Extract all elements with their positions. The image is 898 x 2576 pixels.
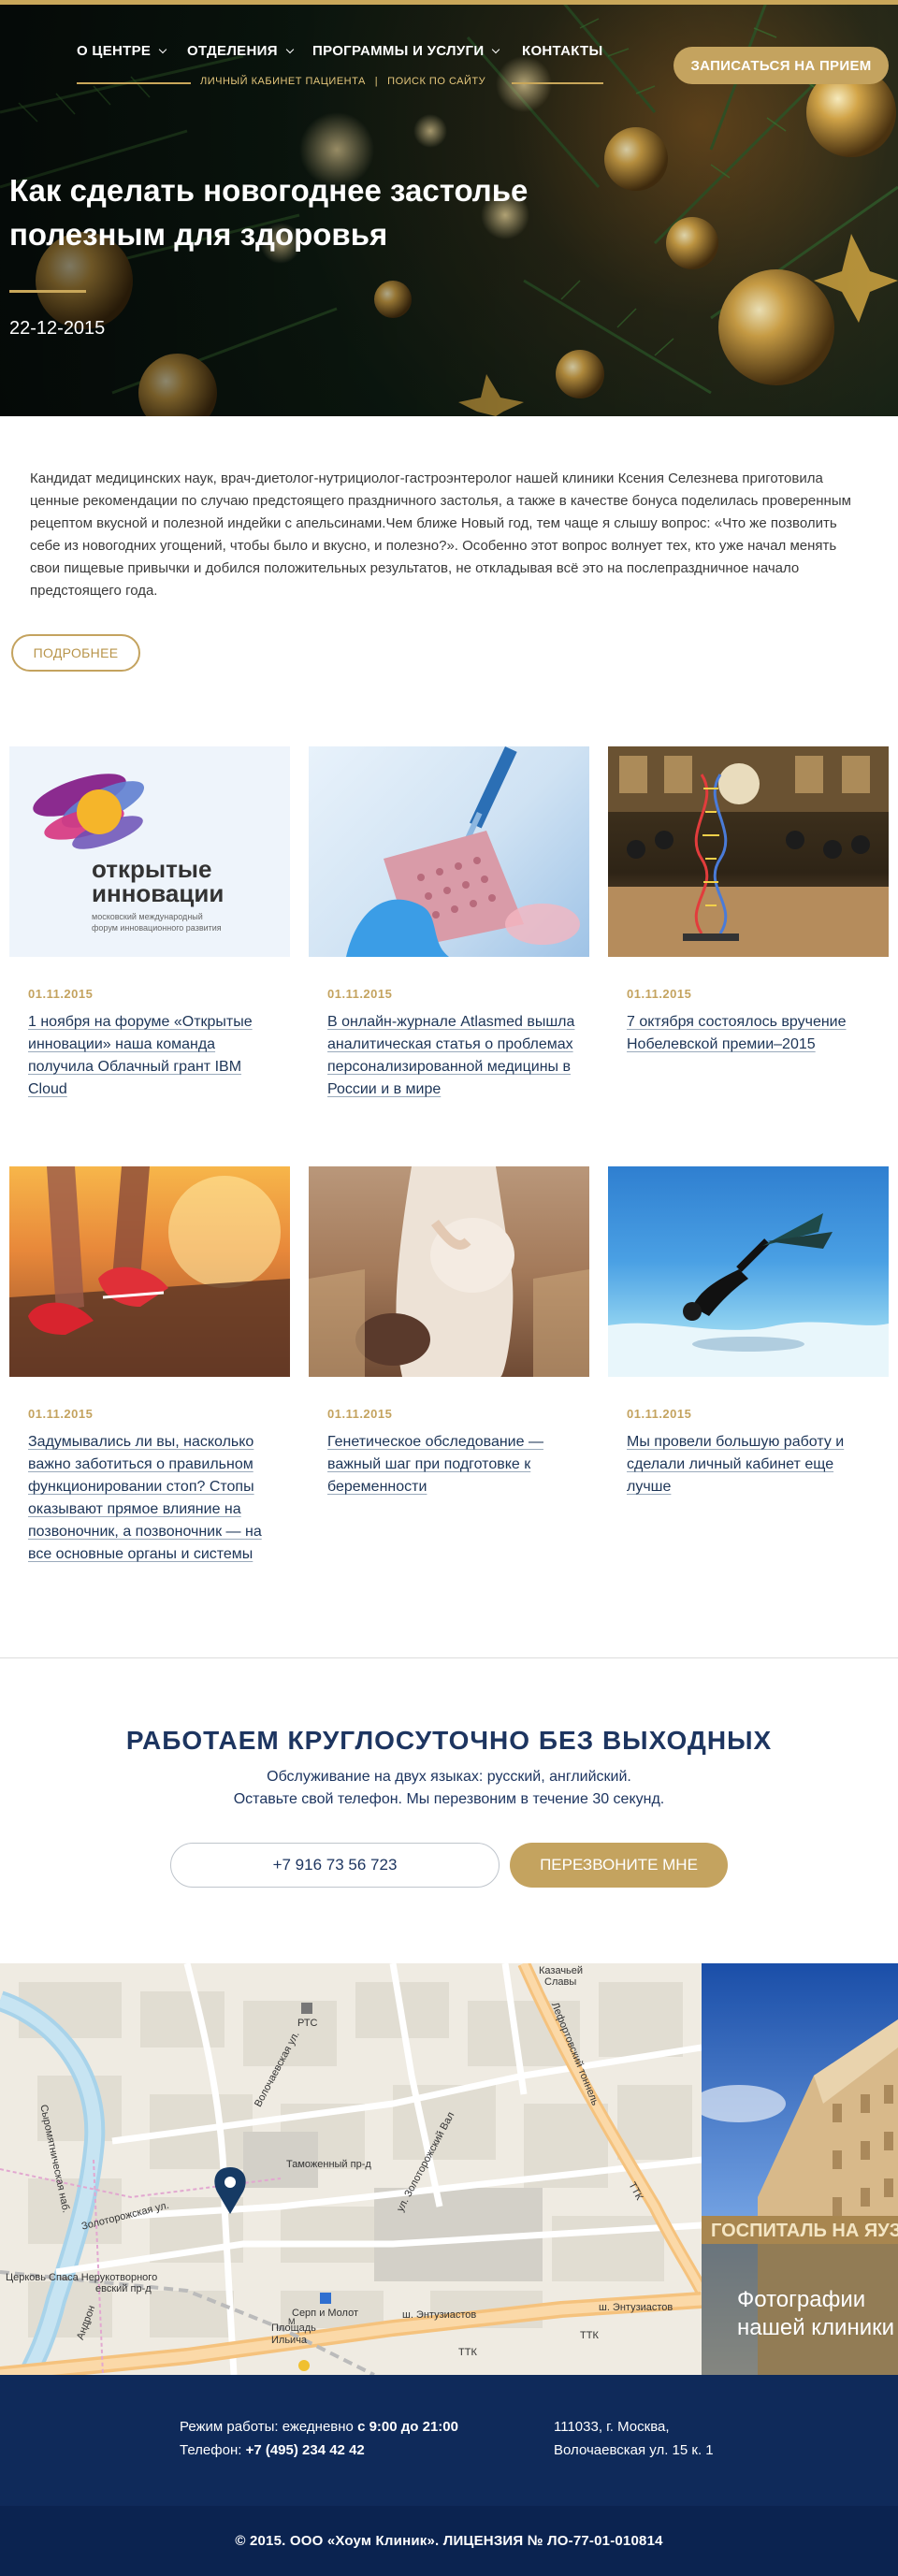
map-label-poi: Церковь Спаса Нерукотворного <box>6 2272 158 2283</box>
section-divider <box>0 1657 898 1658</box>
title-underline <box>9 290 86 293</box>
read-more-button[interactable]: ПОДРОБНЕЕ <box>11 634 140 672</box>
map-label-road: ш. Энтузиастов <box>599 2302 674 2313</box>
news-card: 01.11.2015 7 октября состоялось вручение… <box>608 746 889 1052</box>
working-hours-value: с 9:00 до 21:00 <box>357 2419 458 2435</box>
site-search-link[interactable]: ПОИСК ПО САЙТУ <box>387 76 485 87</box>
nav-label: ОТДЕЛЕНИЯ <box>187 43 278 59</box>
support-subtitle: Обслуживание на двух языках: русский, ан… <box>0 1766 898 1811</box>
support-title: РАБОТАЕМ КРУГЛОСУТОЧНО БЕЗ ВЫХОДНЫХ <box>125 1726 773 1755</box>
map-label-road: ш. Энтузиастов <box>402 2309 477 2321</box>
map-label-street: евский пр-д <box>95 2283 152 2294</box>
clinic-photos-link[interactable]: ГОСПИТАЛЬ НА ЯУЗЕ Фотографии нашей клини… <box>702 1963 898 2375</box>
news-title-link[interactable]: Мы провели большую работу и сделали личн… <box>627 1431 879 1498</box>
phone-label: Телефон: <box>180 2442 246 2458</box>
nav-label: КОНТАКТЫ <box>522 43 603 59</box>
support-languages: Обслуживание на двух языках: русский, ан… <box>267 1769 631 1785</box>
news-card: 01.11.2015 Мы провели большую работу и с… <box>608 1166 889 1495</box>
news-image-pregnancy[interactable] <box>309 1166 589 1377</box>
news-date: 01.11.2015 <box>627 1407 692 1421</box>
svg-text:инновации: инновации <box>92 879 224 907</box>
article-intro: Кандидат медицинских наук, врач-диетолог… <box>30 470 851 599</box>
news-card: 01.11.2015 Генетическое обследование — в… <box>309 1166 589 1495</box>
news-title-link[interactable]: Генетическое обследование — важный шаг п… <box>327 1431 580 1498</box>
location-map[interactable]: М Сыромятническая наб. Волочаевская ул. … <box>0 1963 702 2375</box>
nav-divider <box>512 82 603 84</box>
phone-input[interactable] <box>170 1843 500 1888</box>
patient-cabinet-link[interactable]: ЛИЧНЫЙ КАБИНЕТ ПАЦИЕНТА <box>200 76 366 87</box>
chevron-down-icon <box>158 45 167 53</box>
nav-item-about[interactable]: О ЦЕНТРЕ <box>77 43 167 59</box>
copyright: © 2015. ООО «Хоум Клиник». ЛИЦЕНЗИЯ № ЛО… <box>0 2506 898 2576</box>
news-image-nobel[interactable] <box>608 746 889 957</box>
photos-caption-line: нашей клиники <box>737 2315 895 2340</box>
sub-nav: ЛИЧНЫЙ КАБИНЕТ ПАЦИЕНТА | ПОИСК ПО САЙТУ <box>200 76 485 87</box>
footer: Режим работы: ежедневно с 9:00 до 21:00 … <box>0 2375 898 2506</box>
nav-item-contacts[interactable]: КОНТАКТЫ <box>522 43 602 59</box>
clinic-sign: ГОСПИТАЛЬ НА ЯУЗЕ <box>711 2221 898 2241</box>
map-label-road: ТТК <box>580 2330 599 2341</box>
article-date: 22-12-2015 <box>9 318 106 339</box>
news-title-link[interactable]: 7 октября состоялось вручение Нобелевско… <box>627 1011 879 1056</box>
address-line: Волочаевская ул. 15 к. 1 <box>554 2442 714 2458</box>
photos-caption: Фотографии нашей клиники <box>737 2286 894 2342</box>
news-card: открытые инновации московский международ… <box>9 746 290 1097</box>
map-label-poi: Казачьей <box>539 1965 584 1976</box>
map-label-poi: Серп и Молот <box>292 2308 359 2319</box>
photos-caption-line: Фотографии <box>737 2287 866 2312</box>
news-title-link[interactable]: В онлайн-журнале Atlasmed вышла аналитич… <box>327 1011 580 1101</box>
address-line: 111033, г. Москва, <box>554 2419 670 2435</box>
metro-icon <box>320 2293 331 2304</box>
sub-nav-separator: | <box>374 76 379 87</box>
news-image-running[interactable] <box>9 1166 290 1377</box>
working-hours-label: Режим работы: ежедневно <box>180 2419 358 2435</box>
news-title-link[interactable]: Задумывались ли вы, насколько важно забо… <box>28 1431 281 1566</box>
news-date: 01.11.2015 <box>327 987 393 1001</box>
book-appointment-button[interactable]: ЗАПИСАТЬСЯ НА ПРИЕМ <box>674 47 889 84</box>
news-date: 01.11.2015 <box>28 1407 94 1421</box>
nav-item-programs[interactable]: ПРОГРАММЫ И УСЛУГИ <box>312 43 500 59</box>
hero-top-border <box>0 0 898 5</box>
hero-section: О ЦЕНТРЕ ОТДЕЛЕНИЯ ПРОГРАММЫ И УСЛУГИ КО… <box>0 0 898 416</box>
shop-icon <box>301 2003 312 2014</box>
map-label-road: ТТК <box>458 2347 477 2358</box>
news-image-lab[interactable] <box>309 746 589 957</box>
nav-label: ПРОГРАММЫ И УСЛУГИ <box>312 43 485 59</box>
nav-divider <box>77 82 191 84</box>
news-card: 01.11.2015 В онлайн-журнале Atlasmed выш… <box>309 746 589 1097</box>
map-label-poi: Площадь <box>271 2323 316 2334</box>
chevron-down-icon <box>285 45 295 53</box>
callback-button[interactable]: ПЕРЕЗВОНИТЕ МНЕ <box>510 1843 728 1888</box>
nav-label: О ЦЕНТРЕ <box>77 43 152 59</box>
svg-text:форум инновационного развития: форум инновационного развития <box>92 923 222 933</box>
footer-address: 111033, г. Москва, Волочаевская ул. 15 к… <box>554 2415 714 2462</box>
news-card: 01.11.2015 Задумывались ли вы, насколько… <box>9 1166 290 1562</box>
nav-item-departments[interactable]: ОТДЕЛЕНИЯ <box>187 43 295 59</box>
map-label-poi: РТС <box>297 2018 318 2029</box>
map-label-poi: Славы <box>544 1976 577 1988</box>
map-label-poi: Ильича <box>271 2335 308 2346</box>
news-image-diver[interactable] <box>608 1166 889 1377</box>
news-date: 01.11.2015 <box>627 987 692 1001</box>
svg-text:московский международный: московский международный <box>92 912 203 921</box>
working-hours: Режим работы: ежедневно с 9:00 до 21:00 <box>180 2415 458 2439</box>
news-date: 01.11.2015 <box>28 987 94 1001</box>
support-callback-note: Оставьте свой телефон. Мы перезвоним в т… <box>233 1791 665 1807</box>
open-innovations-logo: открытые инновации московский международ… <box>33 774 224 933</box>
news-image-open-innovations[interactable]: открытые инновации московский международ… <box>9 746 290 957</box>
news-title-link[interactable]: 1 ноября на форуме «Открытые инновации» … <box>28 1011 281 1101</box>
footer-phone: Телефон: +7 (495) 234 42 42 <box>180 2439 458 2462</box>
map-label-street: Таможенный пр-д <box>286 2159 371 2170</box>
chevron-down-icon <box>492 45 500 53</box>
news-date: 01.11.2015 <box>327 1407 393 1421</box>
footer-contacts: Режим работы: ежедневно с 9:00 до 21:00 … <box>180 2415 458 2462</box>
phone-number[interactable]: +7 (495) 234 42 42 <box>246 2442 365 2458</box>
page-title: Как сделать новогоднее застолье полезным… <box>9 173 529 252</box>
